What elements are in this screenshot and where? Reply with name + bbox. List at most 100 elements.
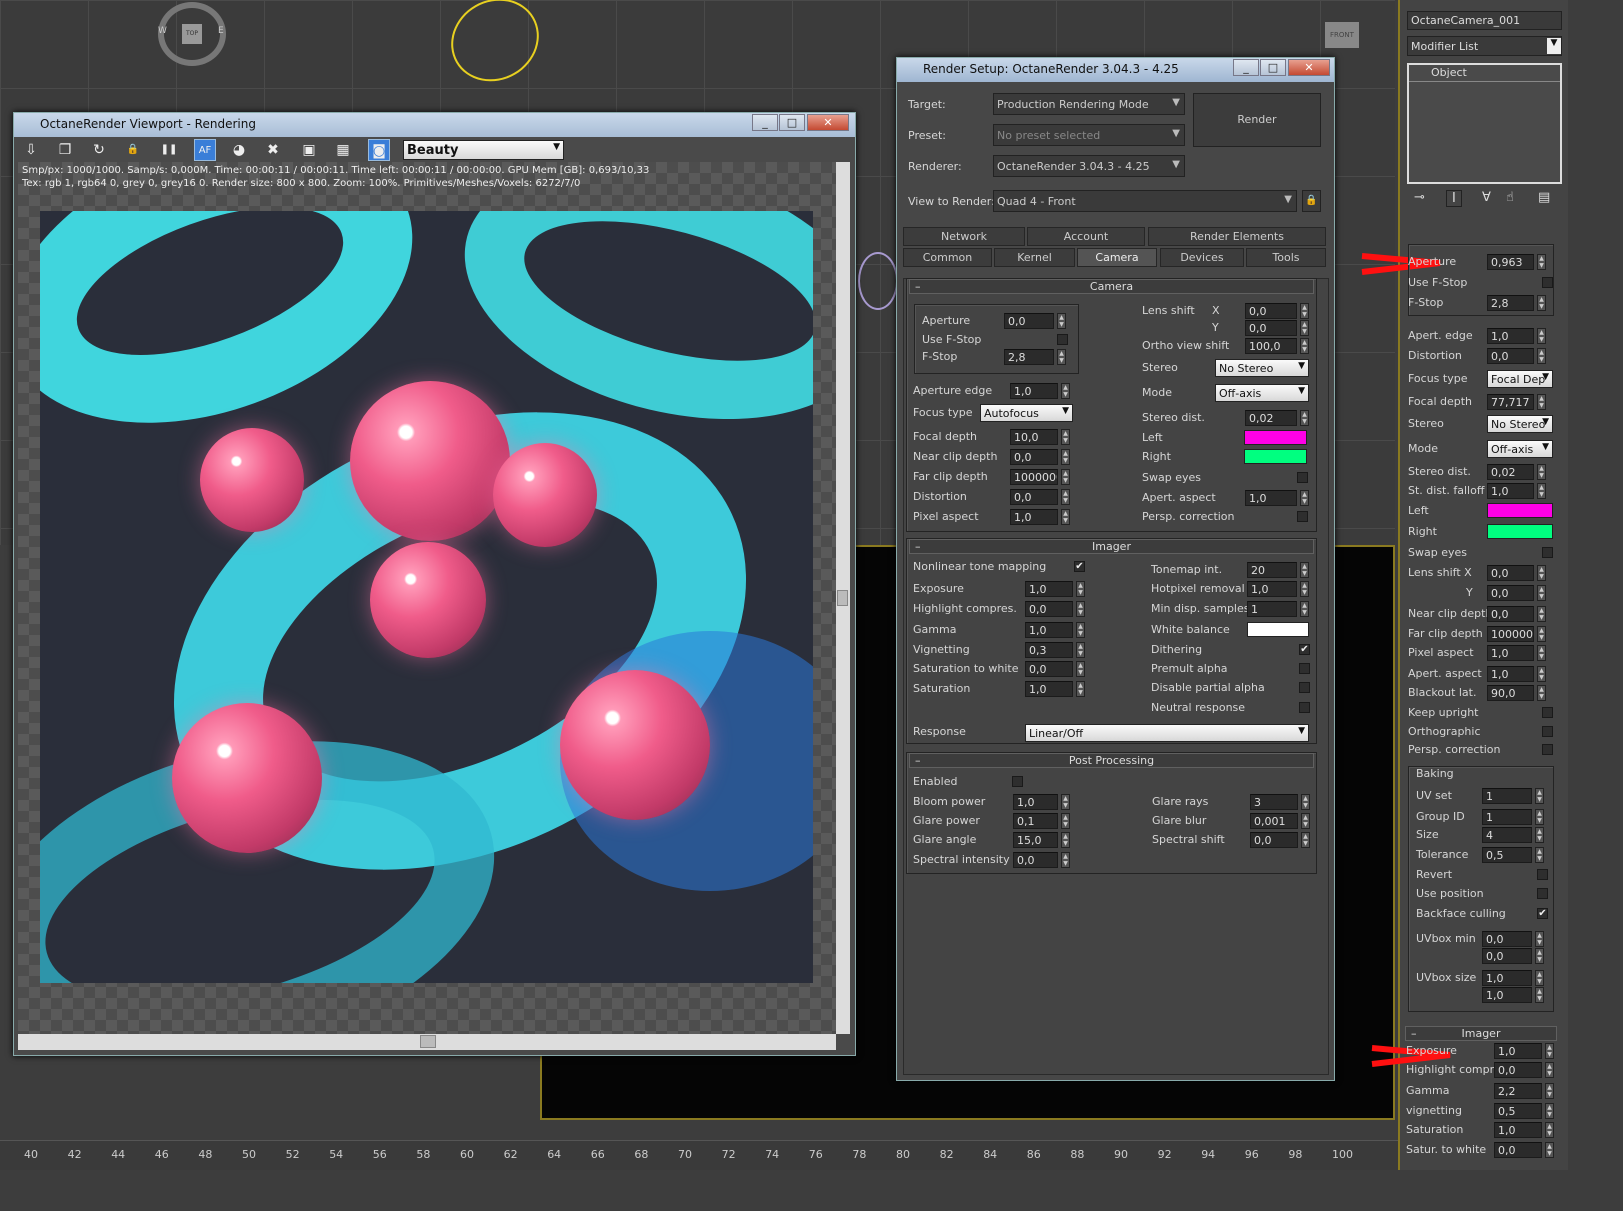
uv-set-spinner[interactable]: ▲ ▼ bbox=[1535, 788, 1544, 804]
highlight-compres--spinner[interactable]: ▲ ▼ bbox=[1076, 601, 1085, 617]
mode-select[interactable]: Off-axis ▼ bbox=[1487, 440, 1553, 458]
left-color-swatch[interactable] bbox=[1487, 503, 1553, 518]
vignetting-spinner[interactable]: ▲ ▼ bbox=[1545, 1103, 1554, 1119]
modifier-list-select[interactable]: Modifier List ▼ bbox=[1407, 36, 1562, 56]
size-field[interactable]: 4 bbox=[1482, 827, 1532, 843]
min-disp-samples-field[interactable]: 1 bbox=[1247, 601, 1297, 617]
saturation-field[interactable]: 1,0 bbox=[1494, 1122, 1542, 1138]
lens-shift-field[interactable]: 0,0 bbox=[1245, 303, 1297, 319]
orthographic-checkbox[interactable] bbox=[1542, 726, 1553, 737]
value-spinner[interactable]: ▲ ▼ bbox=[1535, 948, 1544, 964]
pixel-aspect-field[interactable]: 1,0 bbox=[1010, 509, 1058, 525]
aperture-spinner[interactable]: ▲ ▼ bbox=[1537, 254, 1546, 270]
render-setup-titlebar[interactable]: Render Setup: OctaneRender 3.04.3 - 4.25… bbox=[897, 58, 1334, 82]
value-field[interactable]: 0,0 bbox=[1245, 320, 1297, 336]
bloom-power-spinner[interactable]: ▲ ▼ bbox=[1061, 794, 1070, 810]
value-field[interactable]: 0,0 bbox=[1482, 948, 1532, 964]
lens-shift-x-field[interactable]: 0,0 bbox=[1487, 565, 1534, 581]
tab-render-elements[interactable]: Render Elements bbox=[1148, 227, 1326, 246]
cp-imager-header[interactable]: – Imager bbox=[1405, 1026, 1557, 1041]
premult-alpha-checkbox[interactable] bbox=[1299, 663, 1310, 674]
right-color-swatch[interactable] bbox=[1244, 449, 1307, 464]
view-to-render-select[interactable]: Quad 4 - Front ▼ bbox=[993, 190, 1297, 212]
apert-aspect-spinner[interactable]: ▲ ▼ bbox=[1537, 666, 1546, 682]
value-spinner[interactable]: ▲ ▼ bbox=[1300, 320, 1309, 336]
focal-depth-spinner[interactable]: ▲ ▼ bbox=[1537, 394, 1546, 410]
swap-eyes-checkbox[interactable] bbox=[1297, 472, 1308, 483]
aperture-field[interactable]: 0,963 bbox=[1487, 254, 1534, 270]
vignetting-field[interactable]: 0,3 bbox=[1025, 642, 1073, 658]
focus-type-select[interactable]: Focal Dep ▼ bbox=[1487, 370, 1553, 388]
near-clip-depth-field[interactable]: 0,0 bbox=[1010, 449, 1058, 465]
far-clip-depth-field[interactable]: 10000000 bbox=[1487, 626, 1534, 642]
glare-blur-spinner[interactable]: ▲ ▼ bbox=[1301, 813, 1310, 829]
renderer-select[interactable]: OctaneRender 3.04.3 - 4.25 ▼ bbox=[993, 155, 1185, 177]
apert-aspect-spinner[interactable]: ▲ ▼ bbox=[1300, 490, 1309, 506]
left-color-swatch[interactable] bbox=[1244, 430, 1307, 445]
gamma-spinner[interactable]: ▲ ▼ bbox=[1076, 622, 1085, 638]
lens-shift-x-spinner[interactable]: ▲ ▼ bbox=[1537, 565, 1546, 581]
exposure-field[interactable]: 1,0 bbox=[1494, 1043, 1542, 1059]
tab-kernel[interactable]: Kernel bbox=[994, 248, 1075, 267]
apert-edge-field[interactable]: 1,0 bbox=[1487, 328, 1534, 344]
far-clip-depth-field[interactable]: 10000000 bbox=[1010, 469, 1058, 485]
response-select[interactable]: Linear/Off ▼ bbox=[1025, 724, 1309, 742]
satur-to-white-spinner[interactable]: ▲ ▼ bbox=[1545, 1142, 1554, 1158]
y-field[interactable]: 0,0 bbox=[1487, 585, 1534, 601]
lock-view-icon[interactable]: 🔒 bbox=[1302, 190, 1321, 212]
f-stop-field[interactable]: 2,8 bbox=[1004, 349, 1054, 365]
f-stop-spinner[interactable]: ▲ ▼ bbox=[1057, 349, 1066, 365]
blackout-lat--field[interactable]: 90,0 bbox=[1487, 685, 1534, 701]
saturation-spinner[interactable]: ▲ ▼ bbox=[1545, 1122, 1554, 1138]
value-field[interactable]: 1,0 bbox=[1482, 987, 1532, 1003]
stereo-dist--field[interactable]: 0,02 bbox=[1487, 464, 1534, 480]
render-pass-select[interactable]: Beauty ▼ bbox=[403, 140, 564, 160]
save-image-icon[interactable]: ⇩ bbox=[20, 139, 42, 161]
mode-select[interactable]: Off-axis ▼ bbox=[1215, 384, 1309, 402]
focal-depth-spinner[interactable]: ▲ ▼ bbox=[1061, 429, 1070, 445]
apert-edge-spinner[interactable]: ▲ ▼ bbox=[1537, 328, 1546, 344]
tab-common[interactable]: Common bbox=[903, 248, 992, 267]
saturation-to-white-field[interactable]: 0,0 bbox=[1025, 661, 1073, 677]
tonemap-int--spinner[interactable]: ▲ ▼ bbox=[1300, 562, 1309, 578]
vignetting-spinner[interactable]: ▲ ▼ bbox=[1076, 642, 1085, 658]
film-region-icon[interactable]: ▦ bbox=[332, 139, 354, 161]
glare-angle-spinner[interactable]: ▲ ▼ bbox=[1061, 832, 1070, 848]
stereo-select[interactable]: No Stereo ▼ bbox=[1215, 359, 1309, 377]
saturation-spinner[interactable]: ▲ ▼ bbox=[1076, 681, 1085, 697]
spectral-intensity-field[interactable]: 0,0 bbox=[1013, 852, 1058, 868]
use-position-checkbox[interactable] bbox=[1537, 888, 1548, 899]
backface-culling-checkbox[interactable]: ✔ bbox=[1537, 908, 1548, 919]
highlight-compres--field[interactable]: 0,0 bbox=[1025, 601, 1073, 617]
glare-blur-field[interactable]: 0,001 bbox=[1250, 813, 1298, 829]
enabled-checkbox[interactable] bbox=[1012, 776, 1023, 787]
aperture-spinner[interactable]: ▲ ▼ bbox=[1057, 313, 1066, 329]
pause-icon[interactable]: ❚❚ bbox=[158, 139, 180, 161]
minimize-button[interactable]: _ bbox=[1233, 59, 1259, 76]
bloom-power-field[interactable]: 1,0 bbox=[1013, 794, 1058, 810]
pixel-aspect-field[interactable]: 1,0 bbox=[1487, 645, 1534, 661]
apert-aspect-field[interactable]: 1,0 bbox=[1245, 490, 1297, 506]
near-clip-depth-field[interactable]: 0,0 bbox=[1487, 606, 1534, 622]
use-f-stop-checkbox[interactable] bbox=[1057, 334, 1068, 345]
pixel-aspect-spinner[interactable]: ▲ ▼ bbox=[1061, 509, 1070, 525]
distortion-field[interactable]: 0,0 bbox=[1010, 489, 1058, 505]
gamma-field[interactable]: 1,0 bbox=[1025, 622, 1073, 638]
right-color-swatch[interactable] bbox=[1487, 524, 1553, 539]
tab-tools[interactable]: Tools bbox=[1246, 248, 1326, 267]
remove-modifier-icon[interactable]: ☝ bbox=[1506, 190, 1514, 205]
near-clip-depth-spinner[interactable]: ▲ ▼ bbox=[1061, 449, 1070, 465]
tab-network[interactable]: Network bbox=[903, 227, 1025, 246]
minimize-button[interactable]: _ bbox=[752, 114, 778, 131]
object-name-field[interactable]: OctaneCamera_001 bbox=[1407, 11, 1562, 30]
close-button[interactable]: ✕ bbox=[807, 114, 849, 131]
tab-camera[interactable]: Camera bbox=[1077, 248, 1157, 267]
gamma-field[interactable]: 2,2 bbox=[1494, 1083, 1542, 1099]
far-clip-depth-spinner[interactable]: ▲ ▼ bbox=[1537, 626, 1546, 642]
size-spinner[interactable]: ▲ ▼ bbox=[1535, 827, 1544, 843]
color-picker-icon[interactable]: ◕ bbox=[228, 139, 250, 161]
stack-item-object[interactable]: Object bbox=[1409, 65, 1560, 82]
configure-sets-icon[interactable]: ▤ bbox=[1538, 190, 1550, 205]
highlight-compr--field[interactable]: 0,0 bbox=[1494, 1062, 1542, 1078]
persp-correction-checkbox[interactable] bbox=[1297, 511, 1308, 522]
